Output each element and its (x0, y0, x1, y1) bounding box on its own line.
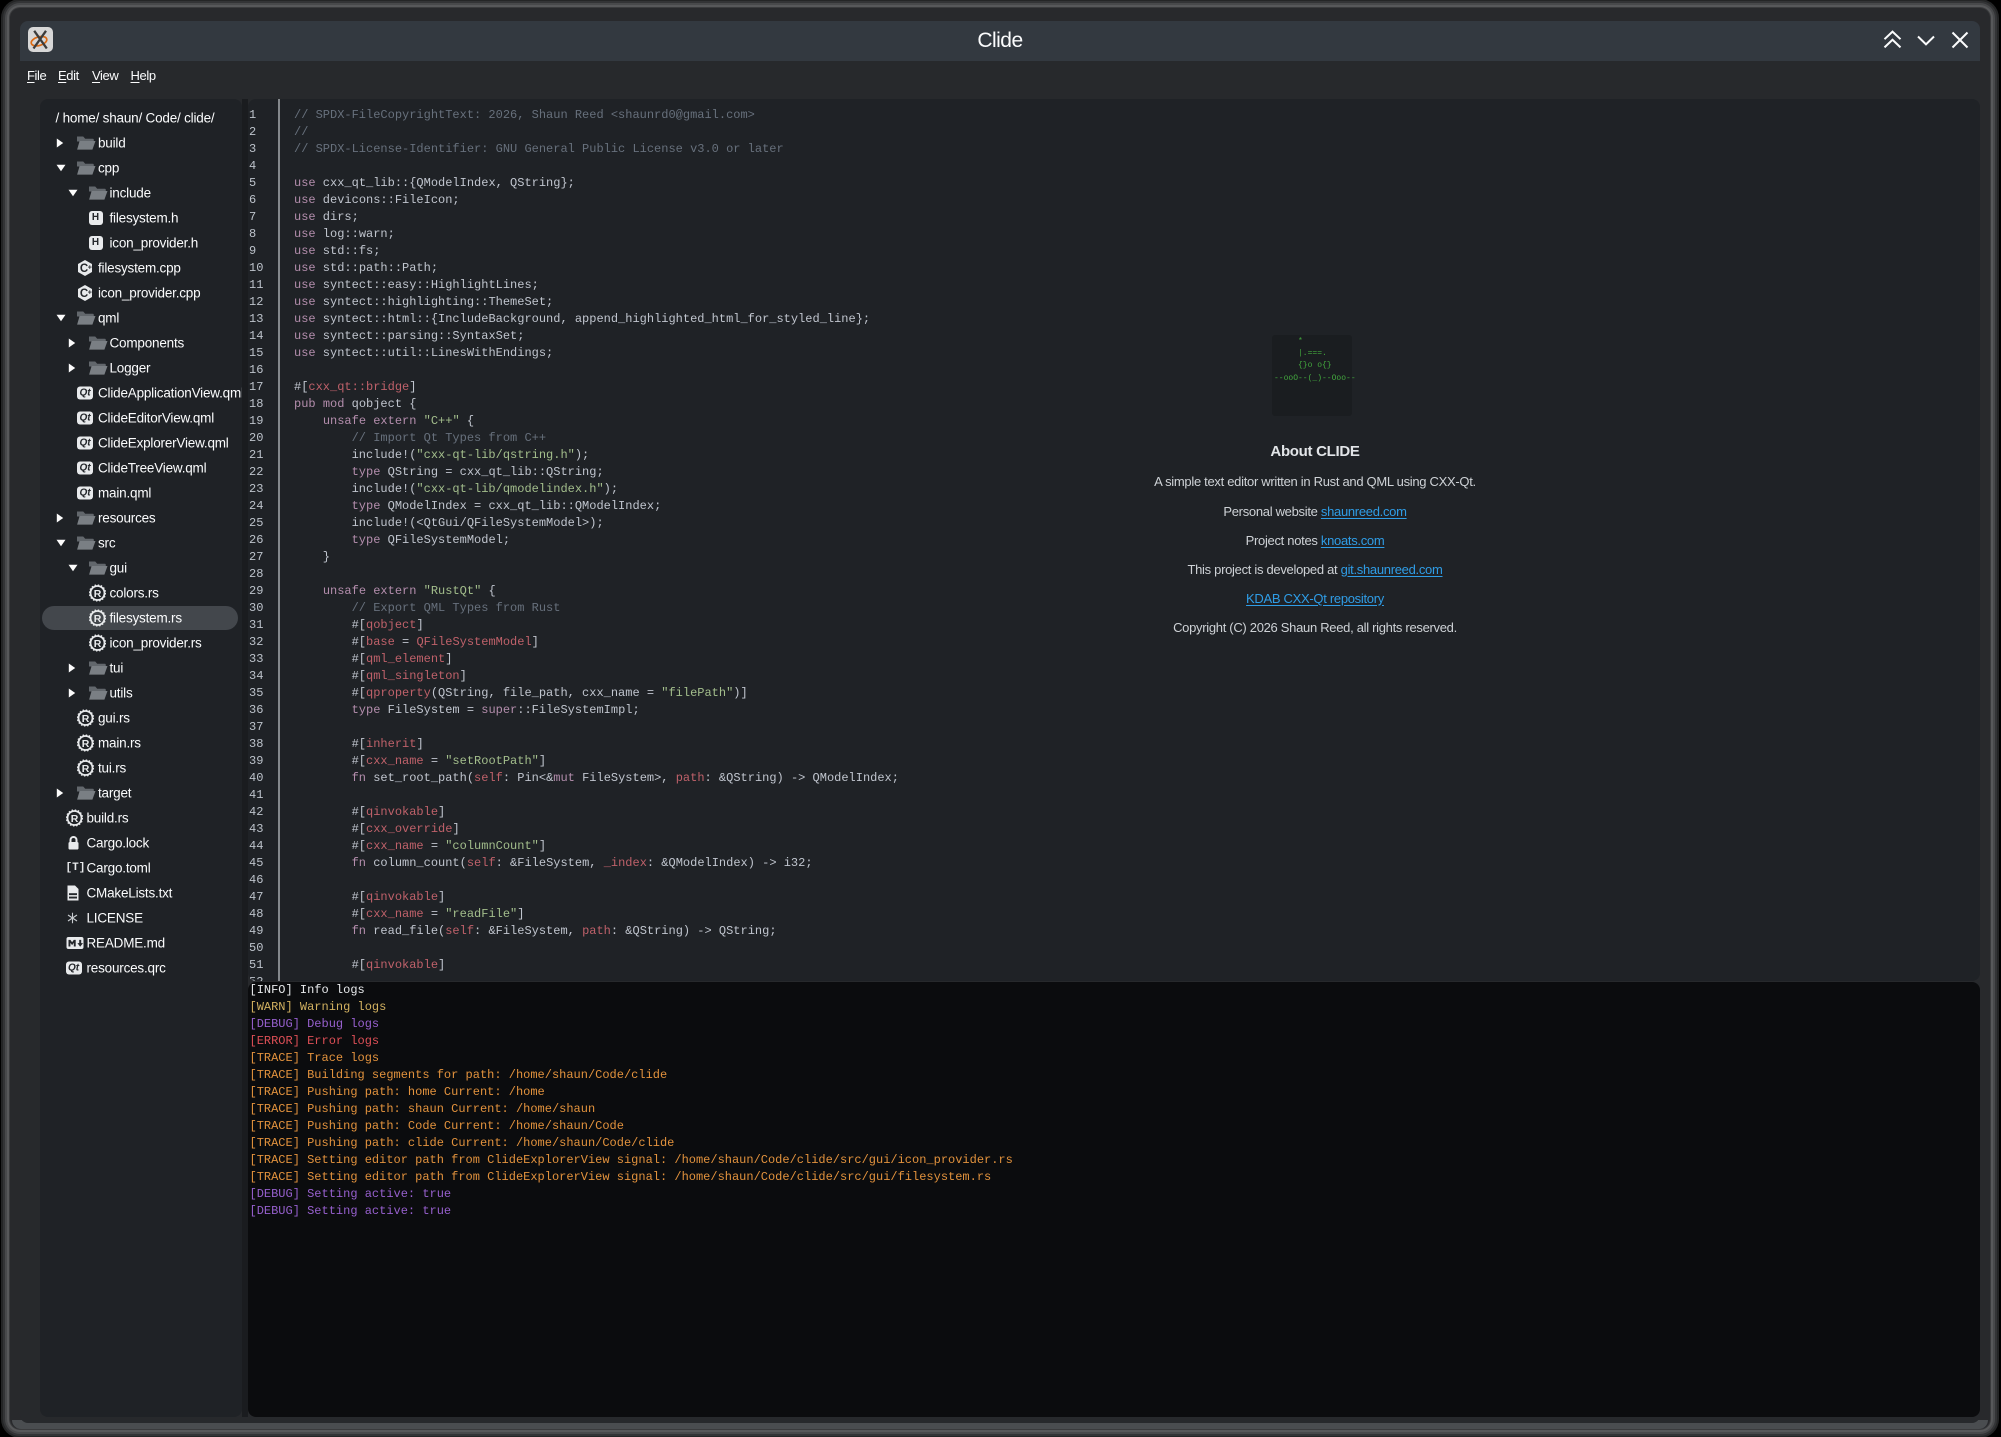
svg-text:R: R (82, 738, 90, 750)
svg-text:+: + (88, 265, 92, 272)
svg-text:R: R (93, 613, 101, 625)
svg-text:R: R (70, 813, 78, 825)
svg-text:R: R (82, 713, 90, 725)
svg-text:R: R (93, 588, 101, 600)
svg-text:R: R (82, 763, 90, 775)
svg-text:+: + (88, 290, 92, 297)
svg-text:R: R (93, 638, 101, 650)
